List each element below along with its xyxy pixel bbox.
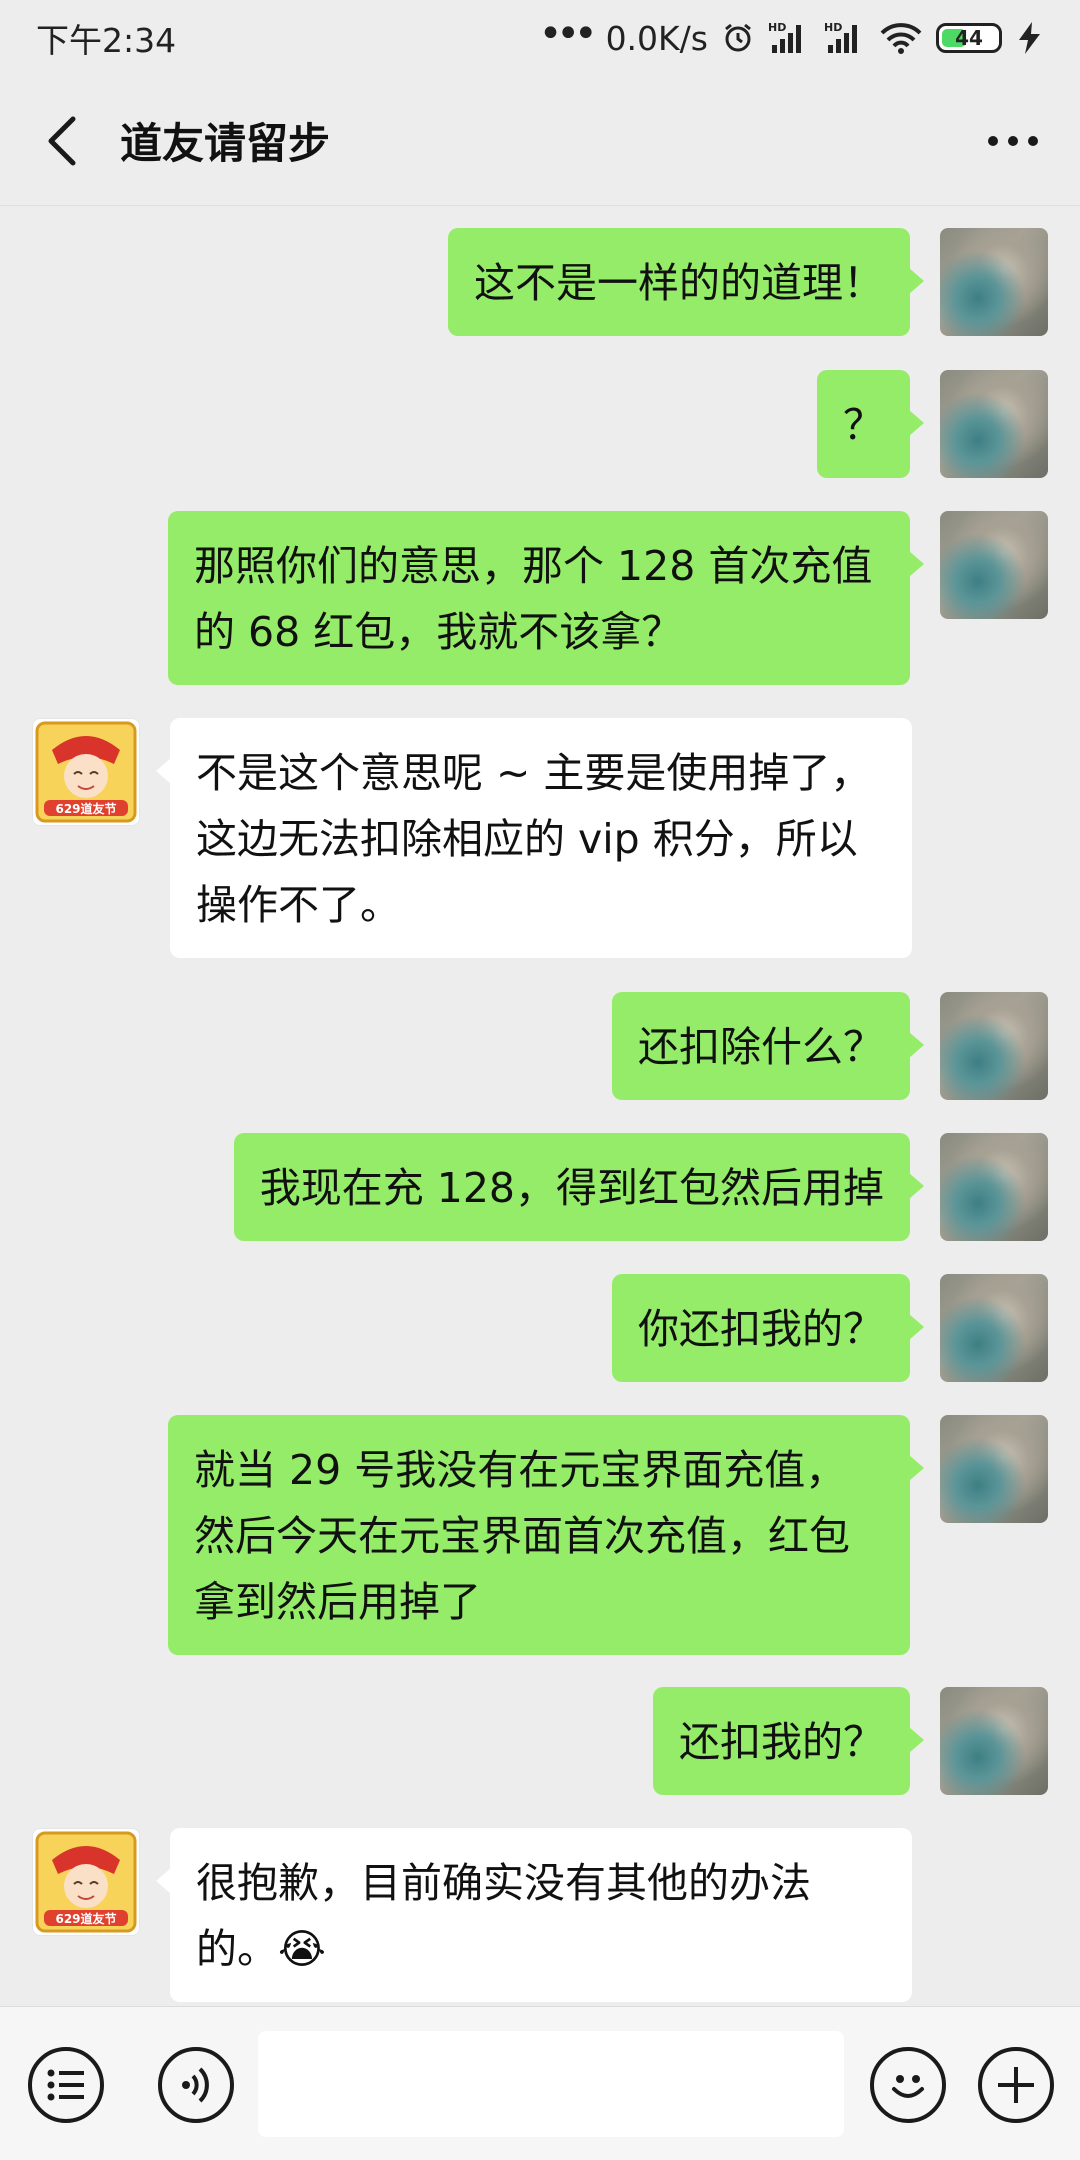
message-bubble[interactable]: 我现在充 128，得到红包然后用掉 bbox=[233, 1133, 925, 1241]
chat-title: 道友请留步 bbox=[120, 119, 331, 168]
message-text: 你还扣我的？ bbox=[638, 1305, 884, 1353]
status-icons: ••• 0.0K/s HD HD 44 bbox=[539, 11, 1044, 58]
voice-button[interactable] bbox=[158, 2047, 234, 2123]
crying-emoji-icon: 😭 bbox=[278, 1925, 326, 1973]
message-text: 不是这个意思呢 ~ 主要是使用掉了，这边无法扣除相应的 vip 积分，所以操作不… bbox=[196, 749, 872, 929]
message-bubble[interactable]: 不是这个意思呢 ~ 主要是使用掉了，这边无法扣除相应的 vip 积分，所以操作不… bbox=[156, 718, 912, 958]
self-avatar[interactable] bbox=[940, 370, 1048, 478]
message-list[interactable]: 这不是一样的的道理！ ？ 那照你们的意思，那个 128 首次充值的 68 红包，… bbox=[0, 206, 1080, 2006]
signal-hd-icon: HD bbox=[768, 21, 810, 55]
message-text: 这不是一样的的道理！ bbox=[474, 259, 884, 307]
more-dots-icon: ••• bbox=[538, 11, 598, 57]
message-bubble[interactable]: 还扣除什么？ bbox=[612, 992, 924, 1100]
wifi-icon bbox=[880, 22, 922, 54]
avatar-badge: 629道友节 bbox=[55, 801, 116, 816]
signal-hd-icon: HD bbox=[824, 21, 866, 55]
game-character-icon: 629道友节 bbox=[35, 1831, 137, 1933]
svg-text:HD: HD bbox=[768, 21, 786, 34]
voice-icon bbox=[182, 2067, 209, 2103]
message-bubble[interactable]: 就当 29 号我没有在元宝界面充值，然后今天在元宝界面首次充值，红包拿到然后用掉… bbox=[168, 1415, 924, 1655]
more-options-button[interactable] bbox=[978, 111, 1048, 171]
plus-icon bbox=[998, 2067, 1034, 2103]
input-bar bbox=[0, 2006, 1080, 2160]
status-bar: 下午2:34 ••• 0.0K/s HD HD 44 bbox=[0, 0, 1080, 76]
self-avatar[interactable] bbox=[940, 1274, 1048, 1382]
message-text: ？ bbox=[843, 401, 884, 449]
alarm-icon bbox=[722, 22, 754, 54]
menu-button[interactable] bbox=[28, 2047, 104, 2123]
self-avatar[interactable] bbox=[940, 992, 1048, 1100]
self-avatar[interactable] bbox=[940, 1415, 1048, 1523]
message-text: 还扣除什么？ bbox=[638, 1023, 884, 1071]
charging-icon bbox=[1016, 21, 1044, 55]
self-avatar[interactable] bbox=[940, 511, 1048, 619]
message-bubble[interactable]: 很抱歉，目前确实没有其他的办法的。😭 bbox=[156, 1828, 912, 2002]
list-menu-icon bbox=[47, 2069, 84, 2101]
message-input[interactable] bbox=[258, 2031, 844, 2137]
avatar-badge: 629道友节 bbox=[55, 1911, 116, 1926]
message-bubble[interactable]: 这不是一样的的道理！ bbox=[448, 228, 924, 336]
self-avatar[interactable] bbox=[940, 228, 1048, 336]
chat-header: 道友请留步 bbox=[0, 76, 1080, 206]
back-button[interactable] bbox=[32, 111, 92, 171]
game-character-icon: 629道友节 bbox=[35, 721, 137, 823]
emoji-button[interactable] bbox=[870, 2047, 946, 2123]
emoji-icon bbox=[892, 2075, 924, 2098]
message-text: 那照你们的意思，那个 128 首次充值的 68 红包，我就不该拿？ bbox=[194, 542, 873, 656]
plus-button[interactable] bbox=[978, 2047, 1054, 2123]
message-bubble[interactable]: ？ bbox=[817, 370, 924, 478]
battery-level: 44 bbox=[955, 26, 983, 50]
more-horizontal-icon bbox=[988, 135, 1038, 146]
message-text: 就当 29 号我没有在元宝界面充值，然后今天在元宝界面首次充值，红包拿到然后用掉… bbox=[194, 1446, 850, 1626]
self-avatar[interactable] bbox=[940, 1133, 1048, 1241]
chevron-left-icon bbox=[48, 116, 76, 165]
message-bubble[interactable]: 那照你们的意思，那个 128 首次充值的 68 红包，我就不该拿？ bbox=[168, 511, 924, 685]
message-text: 我现在充 128，得到红包然后用掉 bbox=[259, 1164, 884, 1212]
message-bubble[interactable]: 你还扣我的？ bbox=[612, 1274, 924, 1382]
network-speed: 0.0K/s bbox=[605, 18, 708, 58]
svg-text:HD: HD bbox=[824, 21, 842, 34]
message-text: 还扣我的？ bbox=[679, 1718, 884, 1766]
message-bubble[interactable]: 还扣我的？ bbox=[653, 1687, 924, 1795]
status-time: 下午2:34 bbox=[36, 21, 177, 60]
contact-avatar[interactable]: 629道友节 bbox=[32, 1828, 140, 1936]
contact-avatar[interactable]: 629道友节 bbox=[32, 718, 140, 826]
self-avatar[interactable] bbox=[940, 1687, 1048, 1795]
battery-icon: 44 bbox=[936, 23, 1002, 53]
